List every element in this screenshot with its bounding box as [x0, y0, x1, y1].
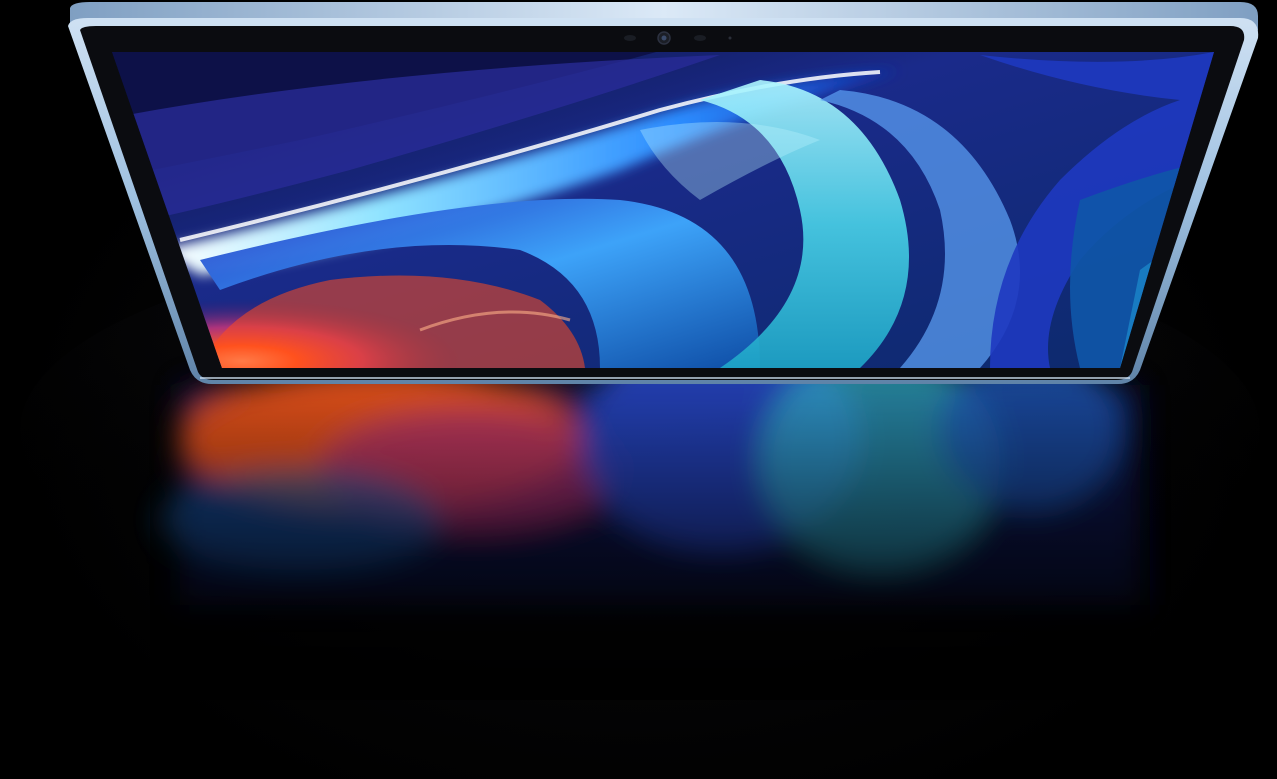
sensor-dot-icon: [728, 36, 732, 40]
product-scene: [0, 0, 1277, 779]
camera-lens: [661, 35, 667, 41]
sensor-dot-icon: [694, 35, 706, 41]
tablet-illustration: [20, 2, 1260, 700]
reflection-fade: [150, 380, 1150, 700]
sensor-dot-icon: [624, 35, 636, 41]
screen-wallpaper: [112, 52, 1214, 368]
